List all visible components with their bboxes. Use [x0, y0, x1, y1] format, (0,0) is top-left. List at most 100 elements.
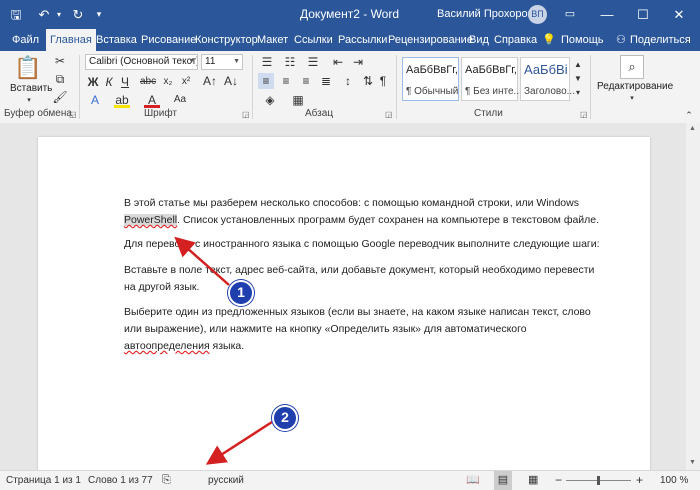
tab-layout[interactable]: Макет [253, 29, 292, 51]
web-layout-icon[interactable]: ▦ [528, 471, 538, 490]
superscript-icon[interactable]: x² [178, 74, 194, 90]
text-run: Выберите один из предложенных языков (ес… [124, 306, 591, 335]
redo-icon[interactable]: ↻ [68, 0, 88, 29]
undo-icon[interactable]: ↶ [34, 0, 54, 29]
user-name[interactable]: Василий Прохоров [437, 0, 533, 29]
style-name: ¶ Без инте... [465, 86, 522, 97]
styles-launcher-icon[interactable]: ◲ [580, 110, 588, 119]
shrink-font-icon[interactable]: A↓ [222, 73, 240, 89]
proofing-icon[interactable]: ⎘ [162, 471, 171, 490]
tab-tell-me[interactable]: Помощь [557, 29, 608, 51]
print-layout-icon[interactable]: ▤ [494, 471, 512, 490]
shading-icon[interactable]: ◈ [262, 92, 278, 108]
group-label-styles: Стили [474, 108, 503, 119]
grow-font-icon[interactable]: A↑ [201, 73, 219, 89]
paragraph-2[interactable]: Для перевода с иностранного языка с помо… [124, 236, 604, 253]
clipboard-launcher-icon[interactable]: ◲ [69, 110, 77, 119]
search-icon[interactable]: ⌕ [620, 55, 644, 79]
ribbon-tabs: Файл Главная Вставка Рисование Конструкт… [0, 29, 700, 51]
tab-references[interactable]: Ссылки [290, 29, 337, 51]
undo-dropdown-icon[interactable]: ▾ [54, 0, 64, 29]
divider [252, 55, 253, 119]
word-count[interactable]: Слово 1 из 77 [88, 471, 153, 490]
italic-icon[interactable]: К [102, 74, 116, 90]
selected-word[interactable]: PowerShell [124, 214, 178, 226]
share-button[interactable]: Поделиться [626, 29, 695, 51]
misspelled-word[interactable]: автоопределения [124, 340, 210, 352]
tab-insert[interactable]: Вставка [92, 29, 141, 51]
zoom-out-icon[interactable]: − [555, 471, 562, 490]
read-mode-icon[interactable]: 📖 [466, 471, 480, 490]
save-icon[interactable]: 🖫 [6, 0, 26, 29]
text-run: . Список установленных программ будет со… [177, 214, 600, 226]
maximize-icon[interactable]: ☐ [628, 0, 658, 29]
tab-view[interactable]: Вид [465, 29, 493, 51]
style-no-spacing[interactable]: АаБбВвГг, ¶ Без инте... [461, 57, 522, 101]
align-right-icon[interactable]: ≡ [298, 73, 314, 89]
status-bar: Страница 1 из 1 Слово 1 из 77 ⎘ русский … [0, 470, 700, 490]
scroll-down-icon[interactable]: ▼ [689, 459, 696, 466]
tab-review[interactable]: Рецензирование [384, 29, 477, 51]
align-center-icon[interactable]: ≡ [278, 73, 294, 89]
tab-help[interactable]: Справка [490, 29, 541, 51]
numbering-icon[interactable]: ☷ [281, 54, 299, 70]
group-label-font: Шрифт [144, 108, 177, 119]
text-effects-icon[interactable]: A [87, 92, 103, 108]
tab-mailings[interactable]: Рассылки [334, 29, 391, 51]
paragraph-1[interactable]: В этой статье мы разберем несколько спос… [124, 195, 604, 229]
font-name-select[interactable]: Calibri (Основной текст) ▼ [85, 54, 198, 70]
tab-design[interactable]: Конструктор [191, 29, 262, 51]
avatar[interactable]: ВП [528, 5, 547, 24]
line-spacing-icon[interactable]: ↕ [340, 73, 356, 89]
zoom-level[interactable]: 100 % [660, 471, 688, 490]
decrease-indent-icon[interactable]: ⇤ [330, 54, 346, 70]
sort-icon[interactable]: ⇅ [360, 73, 376, 89]
change-case-icon[interactable]: Aa [172, 92, 188, 108]
increase-indent-icon[interactable]: ⇥ [350, 54, 366, 70]
justify-icon[interactable]: ≣ [318, 73, 334, 89]
align-left-icon[interactable]: ≡ [258, 73, 274, 89]
bullets-icon[interactable]: ☰ [258, 54, 276, 70]
copy-icon[interactable]: ⧉ [52, 71, 68, 87]
zoom-in-icon[interactable]: + [636, 471, 643, 490]
collapse-ribbon-icon[interactable]: ⌃ [683, 107, 695, 123]
style-normal[interactable]: АаБбВвГг, ¶ Обычный [402, 57, 459, 101]
language-indicator[interactable]: русский [208, 471, 244, 490]
strikethrough-icon[interactable]: abc [140, 74, 156, 90]
minimize-icon[interactable]: — [592, 0, 622, 29]
page-count[interactable]: Страница 1 из 1 [6, 471, 81, 490]
font-name-value: Calibri (Основной текст) [89, 56, 198, 67]
show-marks-icon[interactable]: ¶ [376, 73, 390, 89]
cut-icon[interactable]: ✂ [52, 53, 68, 69]
format-painter-icon[interactable]: 🖌 [52, 89, 68, 105]
tab-file[interactable]: Файл [8, 29, 43, 51]
scroll-up-icon[interactable]: ▲ [689, 125, 696, 132]
styles-more-icon[interactable]: ▾ [572, 85, 584, 101]
style-heading[interactable]: АаБбВі Заголово... [520, 57, 575, 101]
chevron-down-icon: ▼ [233, 58, 240, 65]
paragraph-3[interactable]: Вставьте в поле текст, адрес веб-сайта, … [124, 262, 604, 296]
subscript-icon[interactable]: x₂ [160, 74, 176, 90]
font-size-select[interactable]: 11 ▼ [201, 54, 243, 70]
tab-home[interactable]: Главная [46, 29, 96, 51]
customize-toolbar-icon[interactable]: ▾ [92, 0, 106, 29]
zoom-slider-thumb[interactable] [597, 476, 600, 485]
multilevel-list-icon[interactable]: ☰ [304, 54, 322, 70]
highlight-icon[interactable]: ab [114, 92, 130, 108]
paste-dropdown-icon[interactable]: ▾ [25, 93, 33, 109]
bold-icon[interactable]: Ж [86, 74, 100, 90]
ribbon-display-icon[interactable]: ▭ [560, 0, 580, 29]
paragraph-launcher-icon[interactable]: ◲ [385, 110, 393, 119]
document-title: Документ2 - Word [300, 7, 400, 21]
underline-icon[interactable]: Ч [118, 74, 132, 90]
paste-icon[interactable]: 📋 [14, 55, 42, 81]
editing-dropdown-icon[interactable]: ▾ [627, 91, 637, 107]
text-run: В этой статье мы разберем несколько спос… [124, 197, 579, 209]
close-icon[interactable]: ✕ [664, 0, 694, 29]
font-launcher-icon[interactable]: ◲ [242, 110, 250, 119]
paragraph-4[interactable]: Выберите один из предложенных языков (ес… [124, 304, 604, 355]
vertical-scrollbar[interactable]: ▲ ▼ [686, 123, 700, 470]
font-color-icon[interactable]: A [144, 92, 160, 108]
style-sample: АаБбВвГг, [406, 64, 458, 76]
borders-icon[interactable]: ▦ [290, 92, 306, 108]
